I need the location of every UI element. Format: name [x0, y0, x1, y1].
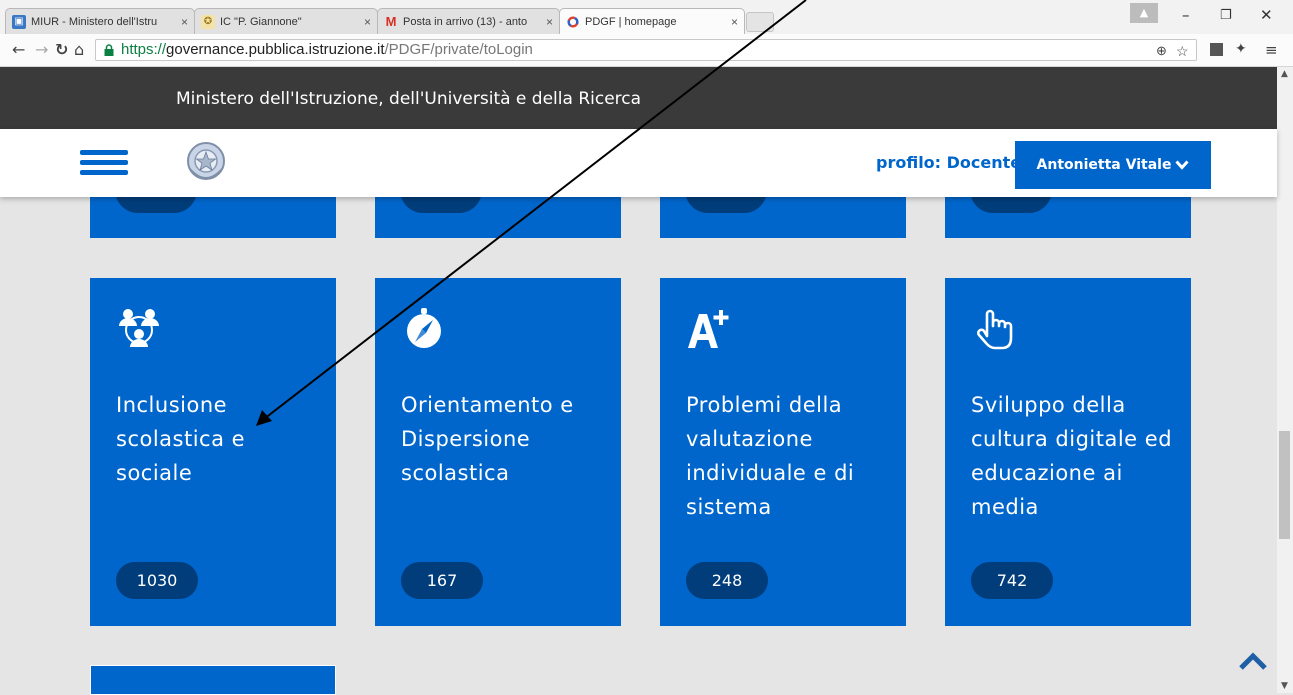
bookmark-star-icon[interactable]: ☆: [1176, 41, 1189, 61]
user-name: Antonietta Vitale: [1036, 157, 1172, 173]
page-scrollbar[interactable]: ▲ ▼: [1277, 67, 1293, 693]
pdgf-icon: [566, 15, 580, 29]
scrollbar-thumb[interactable]: [1279, 431, 1290, 539]
browser-tab-gmail[interactable]: M Posta in arrivo (13) - anto ×: [377, 8, 560, 34]
close-tab-icon[interactable]: ×: [181, 15, 188, 29]
close-tab-icon[interactable]: ×: [546, 15, 553, 29]
card-title: Orientamento e Dispersione scolastica: [401, 393, 574, 485]
card-title: Problemi della valutazione individuale e…: [686, 393, 855, 519]
count-badge: 248: [686, 562, 768, 599]
new-tab-button[interactable]: [746, 12, 774, 32]
people-network-icon: [119, 309, 159, 347]
scroll-down-icon[interactable]: ▼: [1281, 681, 1288, 691]
extension-icon[interactable]: [1210, 43, 1223, 56]
zoom-icon[interactable]: ⊕: [1156, 41, 1167, 61]
topic-card-partial[interactable]: [375, 167, 621, 238]
browser-profile-icon[interactable]: ▲: [1130, 3, 1158, 23]
menu-icon[interactable]: ≡: [1265, 41, 1278, 59]
compass-icon: [407, 308, 441, 348]
topic-card-inclusione[interactable]: Inclusione scolastica e sociale 1030: [90, 278, 336, 626]
topic-card-valutazione[interactable]: Problemi della valutazione individuale e…: [660, 278, 906, 626]
back-to-top-icon[interactable]: [1238, 650, 1268, 672]
home-icon[interactable]: ⌂: [74, 40, 84, 59]
close-tab-icon[interactable]: ×: [364, 15, 371, 29]
site-top-bar: Ministero dell'Istruzione, dell'Universi…: [0, 67, 1277, 129]
ministry-title: Ministero dell'Istruzione, dell'Universi…: [176, 89, 642, 109]
card-title: Inclusione scolastica e sociale: [116, 393, 246, 485]
close-tab-icon[interactable]: ×: [731, 15, 738, 29]
url-path: /PDGF/private/toLogin: [384, 41, 533, 58]
user-menu-button[interactable]: Antonietta Vitale: [1015, 141, 1211, 189]
topic-card-partial[interactable]: [90, 665, 336, 695]
count-badge: 1030: [116, 562, 198, 599]
count-badge: 167: [401, 562, 483, 599]
profile-role-label: profilo: Docente: [876, 153, 1022, 172]
school-emblem-icon: ✪: [201, 14, 215, 29]
gmail-icon: M: [385, 14, 397, 29]
topic-card-cultura-digitale[interactable]: Sviluppo della cultura digitale ed educa…: [945, 278, 1191, 626]
chevron-down-icon: [1175, 160, 1190, 170]
address-bar[interactable]: https://governance.pubblica.istruzione.i…: [95, 39, 1197, 61]
lock-icon: [104, 44, 114, 56]
italian-emblem-logo: [187, 142, 225, 180]
back-arrow-icon[interactable]: ←: [12, 40, 25, 59]
url-host: governance.pubblica.istruzione.it: [166, 41, 385, 58]
topic-card-partial[interactable]: [90, 167, 336, 238]
url-scheme: https://: [121, 41, 167, 58]
scroll-up-icon[interactable]: ▲: [1281, 69, 1288, 79]
topic-card-orientamento[interactable]: Orientamento e Dispersione scolastica 16…: [375, 278, 621, 626]
hamburger-menu-icon[interactable]: [80, 150, 128, 176]
pointing-hand-icon: [977, 309, 1013, 350]
site-nav-bar: profilo: Docente Antonietta Vitale: [0, 129, 1277, 197]
miur-icon: ▣: [12, 14, 26, 29]
count-badge: 742: [971, 562, 1053, 599]
topic-card-partial[interactable]: [660, 167, 906, 238]
reload-icon[interactable]: ↻: [55, 40, 68, 59]
browser-toolbar: ← → ↻ ⌂ https://governance.pubblica.istr…: [0, 34, 1293, 67]
browser-tab-miur[interactable]: ▣ MIUR - Ministero dell'Istru ×: [5, 8, 195, 34]
window-close-icon[interactable]: ✕: [1260, 6, 1273, 24]
browser-tab-pdgf[interactable]: PDGF | homepage ×: [559, 8, 745, 34]
a-plus-icon: [688, 310, 729, 348]
extension-bird-icon[interactable]: ✦: [1235, 41, 1247, 57]
browser-tab-strip: ▣ MIUR - Ministero dell'Istru × ✪ IC "P.…: [0, 0, 1293, 34]
forward-arrow-icon[interactable]: →: [35, 40, 48, 59]
card-title: Sviluppo della cultura digitale ed educa…: [971, 393, 1173, 519]
minimize-icon[interactable]: –: [1182, 6, 1190, 24]
browser-tab-ic-giannone[interactable]: ✪ IC "P. Giannone" ×: [194, 8, 378, 34]
topic-card-partial[interactable]: [945, 167, 1191, 238]
restore-icon[interactable]: ❐: [1220, 8, 1232, 23]
